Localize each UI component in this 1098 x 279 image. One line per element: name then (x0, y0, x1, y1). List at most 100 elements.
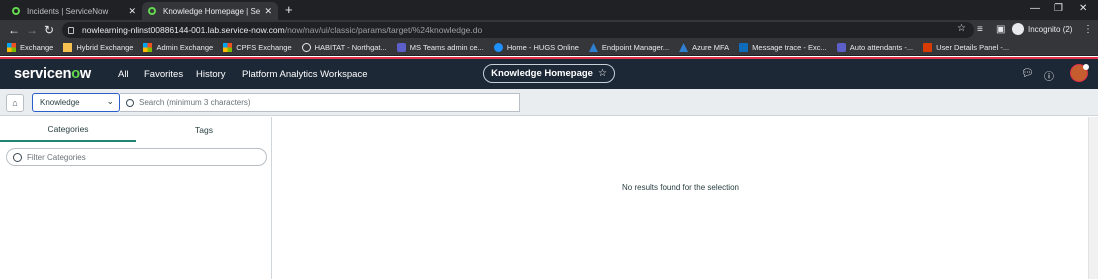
nav-platform-analytics-workspace[interactable]: Platform Analytics Workspace (242, 69, 367, 80)
chat-icon[interactable]: 💬︎ (1021, 68, 1034, 79)
nav-history[interactable]: History (196, 69, 226, 80)
bookmark-label: MS Teams admin ce... (409, 43, 484, 52)
new-tab-button[interactable]: + (285, 2, 293, 18)
search-icon (13, 152, 22, 162)
knowledge-search-strip: ⌂ Knowledge ⌄ Search (minimum 3 characte… (0, 89, 1098, 116)
bookmark-item[interactable]: Exchange (7, 43, 53, 52)
search-icon (126, 98, 134, 107)
empty-results-message: No results found for the selection (622, 183, 739, 192)
office-icon (923, 43, 933, 52)
categories-panel: Categories Tags Filter Categories (0, 117, 272, 279)
notification-dot (1083, 64, 1089, 70)
bookmark-item[interactable]: Home - HUGS Online (493, 43, 579, 52)
browser-tab-title: Incidents | ServiceNow (27, 6, 109, 16)
bookmark-item[interactable]: HABITAT - Northgat... (301, 43, 387, 52)
close-window-icon[interactable]: ✕ (1079, 3, 1087, 14)
tab-categories[interactable]: Categories (0, 117, 136, 142)
outlook-icon (739, 43, 749, 52)
home-icon: ⌂ (12, 98, 18, 108)
minimize-icon[interactable]: — (1030, 3, 1040, 14)
search-placeholder: Search (minimum 3 characters) (139, 98, 251, 107)
incognito-icon (1012, 23, 1024, 35)
reading-list-icon[interactable]: ≡ (977, 24, 983, 35)
bookmark-label: Auto attendants -... (849, 43, 914, 52)
bookmark-item[interactable]: Endpoint Manager... (588, 43, 670, 52)
close-tab-icon[interactable]: ✕ (128, 6, 136, 17)
knowledge-search-input[interactable]: Search (minimum 3 characters) (120, 93, 520, 112)
bookmark-item[interactable]: Hybrid Exchange (63, 43, 133, 52)
globe-icon (301, 43, 311, 52)
restore-icon[interactable]: ❐ (1054, 3, 1063, 14)
bookmark-item[interactable]: Azure MFA (679, 43, 729, 52)
azure-icon (588, 43, 598, 52)
favorite-star-icon[interactable]: ☆ (598, 68, 607, 79)
bookmark-item[interactable]: MS Teams admin ce... (396, 43, 484, 52)
filter-categories-input[interactable]: Filter Categories (6, 148, 267, 166)
browser-tab-incidents[interactable]: Incidents | ServiceNow ✕ (6, 2, 142, 20)
bookmark-label: Message trace - Exc... (752, 43, 827, 52)
bookmark-label: Hybrid Exchange (76, 43, 134, 52)
logo-text-o: o (71, 66, 80, 82)
reload-icon[interactable]: ↻ (44, 23, 54, 37)
microsoft-icon (7, 43, 16, 52)
page-scrollbar[interactable] (1088, 117, 1098, 279)
bookmark-label: HABITAT - Northgat... (314, 43, 387, 52)
url-path: /now/nav/ui/classic/params/target/%24kno… (284, 25, 483, 35)
user-avatar[interactable] (1070, 64, 1089, 82)
bookmark-label: Home - HUGS Online (506, 43, 579, 52)
knowledge-base-select[interactable]: Knowledge ⌄ (32, 93, 120, 112)
address-bar[interactable]: nowlearning-nlinst00886144-001.lab.servi… (62, 22, 974, 38)
filter-placeholder: Filter Categories (27, 152, 86, 162)
knowledge-base-selected: Knowledge (40, 98, 80, 107)
bookmark-label: Endpoint Manager... (601, 43, 670, 52)
logo-text: servicen (14, 66, 72, 82)
browser-tab-knowledge[interactable]: Knowledge Homepage | ServiceN ✕ (142, 2, 278, 20)
tab-tags[interactable]: Tags (136, 117, 272, 142)
servicenow-header: servicenow All Favorites History Platfor… (0, 57, 1098, 89)
bookmark-item[interactable]: User Details Panel -... (923, 43, 1009, 52)
forward-icon[interactable]: → (26, 23, 38, 37)
incognito-profile-button[interactable]: Incognito (2) (1012, 23, 1072, 35)
browser-menu-icon[interactable]: ⋮ (1083, 24, 1093, 35)
close-tab-icon[interactable]: ✕ (264, 6, 272, 17)
help-icon[interactable]: ⓘ (1044, 68, 1054, 83)
servicenow-favicon-icon (148, 7, 156, 15)
bookmark-item[interactable]: CPFS Exchange (223, 43, 292, 52)
nav-all[interactable]: All (118, 69, 129, 80)
url-host: nowlearning-nlinst00886144-001.lab.servi… (82, 25, 285, 35)
page-title: Knowledge Homepage (491, 68, 593, 79)
browser-toolbar: ← → ↻ nowlearning-nlinst00886144-001.lab… (0, 20, 1098, 40)
bookmark-label: Exchange (20, 43, 54, 52)
teams-icon (836, 43, 846, 52)
bookmark-folder-icon (63, 43, 73, 52)
logo-text: w (79, 66, 92, 82)
nav-favorites[interactable]: Favorites (144, 69, 183, 80)
panel-tabs: Categories Tags (0, 117, 272, 142)
microsoft-icon (223, 43, 233, 52)
articles-results-area: No results found for the selection (273, 117, 1088, 279)
bookmark-label: CPFS Exchange (236, 43, 292, 52)
knowledge-home-button[interactable]: ⌂ (6, 94, 24, 112)
browser-tab-title: Knowledge Homepage | ServiceN (163, 6, 261, 16)
bookmark-label: User Details Panel -... (936, 43, 1010, 52)
hugs-icon (493, 43, 503, 52)
page-title-pill[interactable]: Knowledge Homepage ☆ (483, 64, 615, 83)
chevron-down-icon: ⌄ (106, 96, 114, 106)
servicenow-favicon-icon (12, 7, 20, 15)
incognito-label: Incognito (2) (1028, 24, 1073, 34)
back-icon[interactable]: ← (8, 23, 20, 37)
bookmark-item[interactable]: Admin Exchange (143, 43, 213, 52)
lock-icon (68, 26, 74, 34)
bookmark-label: Azure MFA (692, 43, 730, 52)
teams-icon (396, 43, 406, 52)
servicenow-logo[interactable]: servicenow (14, 66, 91, 82)
azure-icon (679, 43, 689, 52)
bookmark-item[interactable]: Auto attendants -... (836, 43, 914, 52)
bookmark-star-icon[interactable]: ☆ (957, 23, 966, 34)
microsoft-icon (143, 43, 153, 52)
bookmark-item[interactable]: Message trace - Exc... (739, 43, 827, 52)
browser-tab-strip: Incidents | ServiceNow ✕ Knowledge Homep… (0, 0, 1098, 20)
side-panel-icon[interactable]: ▣ (996, 24, 1005, 35)
bookmark-label: Admin Exchange (156, 43, 214, 52)
bookmarks-bar: Exchange Hybrid Exchange Admin Exchange … (0, 40, 1098, 56)
